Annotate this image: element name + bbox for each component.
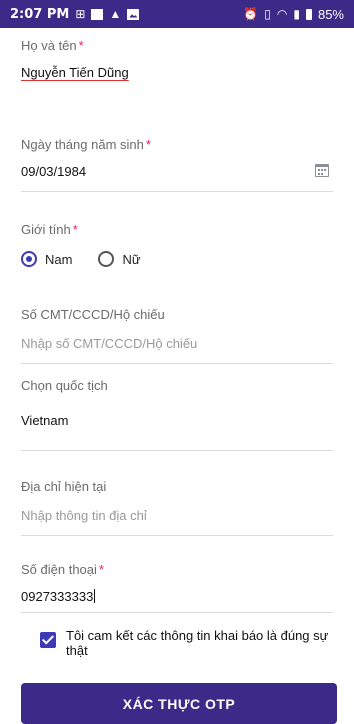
full-name-field[interactable]: Họ và tên * Nguyễn Tiến Dũng — [21, 38, 333, 80]
checkbox-icon[interactable] — [40, 632, 56, 648]
status-bar: 2:07 PM ⊞ ▲ ⏰ ▯ ◠ ▮ 85% — [0, 0, 354, 28]
status-bar-left: 2:07 PM ⊞ ▲ — [10, 6, 140, 22]
notification-icon — [91, 8, 104, 20]
dob-field[interactable]: Ngày tháng năm sinh * 09/03/1984 — [21, 137, 333, 192]
gender-options: Nam Nữ — [21, 251, 333, 267]
radio-selected-icon[interactable] — [21, 251, 37, 267]
calendar-icon[interactable] — [315, 164, 329, 177]
nationality-select[interactable]: Vietnam — [21, 413, 333, 451]
dob-value: 09/03/1984 — [21, 164, 87, 179]
battery-percent: 85% — [317, 6, 344, 22]
vibrate-icon: ▯ — [264, 7, 271, 21]
dob-input[interactable]: 09/03/1984 — [21, 164, 333, 192]
phone-input[interactable]: 0927333333 — [21, 589, 333, 613]
status-bar-right: ⏰ ▯ ◠ ▮ 85% — [243, 7, 344, 22]
phone-label: Số điện thoại * — [21, 562, 104, 577]
verify-otp-button[interactable]: XÁC THỰC OTP — [21, 683, 337, 724]
phone-value: 0927333333 — [21, 589, 94, 604]
gender-option-nam[interactable]: Nam — [21, 251, 72, 267]
agreement-row[interactable]: Tôi cam kết các thông tin khai báo là đú… — [40, 628, 340, 658]
gallery-icon — [127, 8, 140, 20]
battery-icon — [305, 8, 312, 20]
message-icon: ⊞ — [75, 7, 86, 21]
alarm-icon: ⏰ — [243, 7, 259, 21]
gender-field: Giới tính * Nam Nữ — [21, 222, 333, 267]
address-input[interactable]: Nhập thông tin địa chỉ — [21, 508, 333, 536]
signal-icon: ▮ — [293, 7, 300, 21]
phone-field[interactable]: Số điện thoại * 0927333333 — [21, 562, 333, 613]
gender-option-nu[interactable]: Nữ — [98, 251, 141, 267]
dob-label: Ngày tháng năm sinh * — [21, 137, 151, 152]
address-label: Địa chỉ hiện tại — [21, 479, 107, 494]
nationality-field[interactable]: Chọn quốc tịch Vietnam — [21, 378, 333, 451]
gender-label: Giới tính * — [21, 222, 78, 237]
id-number-label: Số CMT/CCCD/Hộ chiếu — [21, 307, 165, 322]
status-time: 2:07 PM — [10, 6, 70, 22]
wifi-icon: ◠ — [276, 7, 288, 21]
address-field[interactable]: Địa chỉ hiện tại Nhập thông tin địa chỉ — [21, 479, 333, 536]
full-name-label: Họ và tên * — [21, 38, 84, 53]
warning-icon: ▲ — [109, 7, 122, 21]
text-cursor — [94, 589, 96, 603]
id-number-field[interactable]: Số CMT/CCCD/Hộ chiếu Nhập số CMT/CCCD/Hộ… — [21, 307, 333, 364]
full-name-input[interactable]: Nguyễn Tiến Dũng — [21, 65, 333, 80]
radio-unselected-icon[interactable] — [98, 251, 115, 267]
nationality-label: Chọn quốc tịch — [21, 378, 108, 393]
id-number-input[interactable]: Nhập số CMT/CCCD/Hộ chiếu — [21, 336, 333, 364]
agreement-text: Tôi cam kết các thông tin khai báo là đú… — [66, 628, 329, 658]
